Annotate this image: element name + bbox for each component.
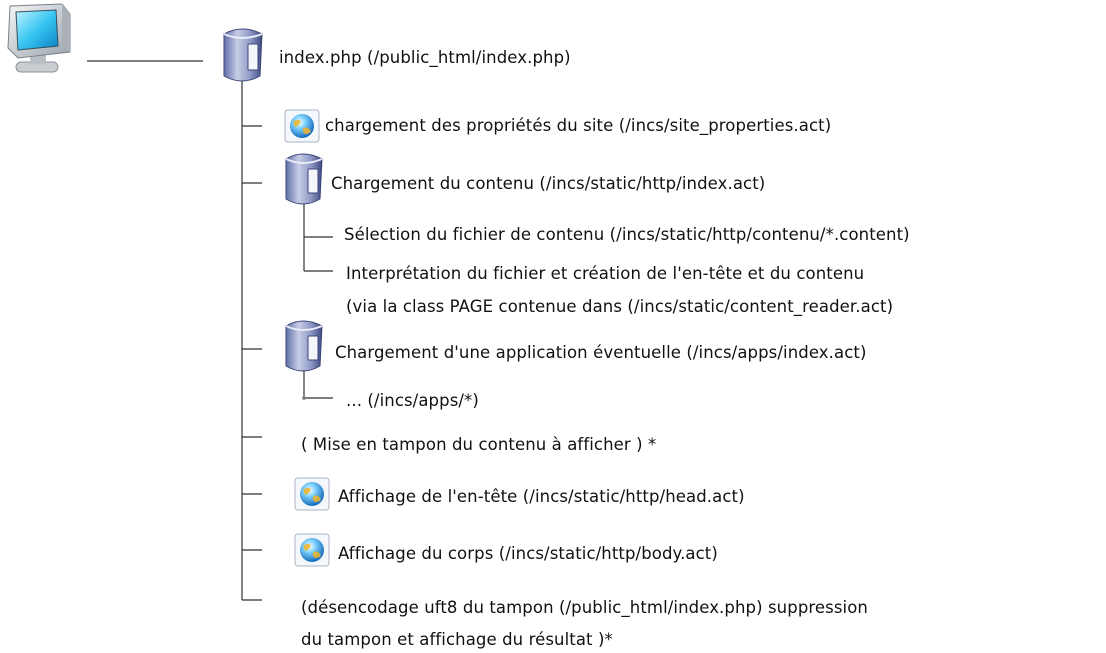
node-label-interpretation: Interprétation du fichier et création de… [346,264,865,283]
globe-icon [294,533,330,567]
node-label-site-properties: chargement des propriétés du site (/incs… [325,116,832,135]
node-label-affichage-corps: Affichage du corps (/incs/static/http/bo… [338,544,718,563]
server-icon [285,153,323,205]
server-icon [285,320,323,372]
node-label-interpretation-cont: (via la class PAGE contenue dans (/incs/… [346,297,894,316]
computer-monitor-icon [7,3,71,73]
node-label-apps-wildcard: ... (/incs/apps/*) [346,391,479,410]
node-label-affichage-entete: Affichage de l'en-tête (/incs/static/htt… [338,487,745,506]
diagram-canvas: index.php (/public_html/index.php) charg… [0,0,1106,653]
node-label-chargement-application: Chargement d'une application éventuelle … [335,343,867,362]
node-label-chargement-contenu: Chargement du contenu (/incs/static/http… [331,174,766,193]
node-label-desencodage: (désencodage uft8 du tampon (/public_htm… [301,598,868,617]
node-label-mise-en-tampon: ( Mise en tampon du contenu à afficher )… [301,435,657,454]
node-label-desencodage-cont: du tampon et affichage du résultat )* [301,630,613,649]
root-node-label: index.php (/public_html/index.php) [279,48,571,67]
node-label-selection-fichier: Sélection du fichier de contenu (/incs/s… [344,225,910,244]
globe-icon [284,109,320,143]
root-server-icon [223,28,263,82]
globe-icon [294,477,330,511]
